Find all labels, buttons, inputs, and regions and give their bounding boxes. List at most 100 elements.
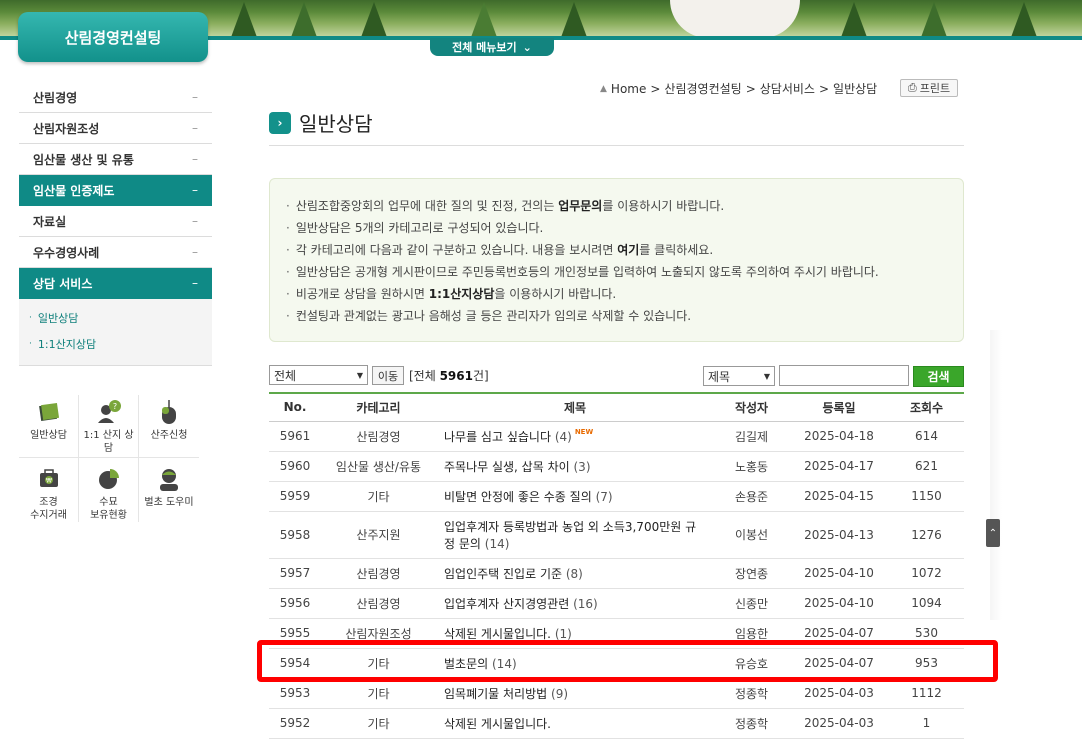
row-date: 2025-04-13 (789, 511, 889, 559)
notice-line: · 각 카테고리에 다음과 같이 구분하고 있습니다. 내용을 보시려면 여기를 … (286, 239, 947, 261)
minus-icon: – (192, 90, 198, 104)
new-badge: NEW (574, 427, 594, 436)
quick-general-consult[interactable]: 일반상담 (19, 395, 79, 457)
home-icon: ▲ (600, 83, 607, 94)
bullet-icon: · (286, 199, 290, 213)
row-no: 5960 (269, 451, 321, 482)
notice-line: · 일반상담은 5개의 카테고리로 구성되어 있습니다. (286, 217, 947, 239)
row-subject[interactable]: 입업후계자 등록방법과 농업 외 소득3,700만원 규정 문의 (14) (436, 511, 714, 559)
banner-tree (920, 2, 948, 40)
row-views: 1276 (889, 511, 964, 559)
lnb-item-consult-service[interactable]: 상담 서비스 – (19, 268, 212, 299)
lnb-item-best-cases[interactable]: 우수경영사례 – (19, 237, 212, 268)
quick-mowing-helper[interactable]: 벌초 도우미 (139, 458, 199, 522)
row-category: 기타 (321, 481, 436, 512)
chevron-down-icon: ⌄ (522, 40, 532, 54)
row-category: 산림경영 (321, 558, 436, 589)
notice-text: 일반상담은 5개의 카테고리로 구성되어 있습니다. (295, 221, 544, 235)
total-prefix: [전체 (409, 369, 440, 383)
minus-icon: – (192, 183, 198, 197)
lnb-item-forest-management[interactable]: 산림경영 – (19, 82, 212, 113)
chevron-right-icon: › (269, 112, 291, 134)
comment-count: (14) (484, 536, 510, 551)
row-no: 5953 (269, 678, 321, 709)
row-subject[interactable]: 임업인주택 진입로 기준 (8) (436, 558, 714, 589)
row-date: 2025-04-17 (789, 451, 889, 482)
breadcrumb-home[interactable]: Home (611, 82, 646, 96)
row-subject[interactable]: 주목나무 실생, 삽목 차이 (3) (436, 451, 714, 482)
row-subject[interactable]: 비탈면 안정에 좋은 수종 질의 (7) (436, 481, 714, 512)
breadcrumb-item[interactable]: 산림경영컨설팅 (664, 80, 741, 97)
search-label: 검색 (927, 370, 950, 384)
lnb-item-label: 우수경영사례 (33, 245, 100, 260)
table-row: 5952 기타 삭제된 게시물입니다. 정종학 2025-04-03 1 (269, 708, 964, 739)
lnb-sub-item-general[interactable]: · 일반상담 (19, 305, 212, 331)
here-link[interactable]: 여기 (617, 243, 639, 257)
quick-landscape-trade[interactable]: ₩ 조경 수지거래 (19, 458, 79, 522)
minus-icon: – (192, 152, 198, 166)
category-select[interactable]: 전체 ▼ (269, 365, 368, 385)
notice-text: 일반상담은 공개형 게시판이므로 주민등록번호등의 개인정보를 입력하여 노출되… (295, 265, 879, 279)
search-input[interactable] (779, 365, 909, 386)
row-category: 임산물 생산/유통 (321, 451, 436, 482)
row-subject[interactable]: 임목폐기물 처리방법 (9) (436, 678, 714, 709)
one-to-one-link[interactable]: 1:1산지상담 (429, 287, 495, 301)
breadcrumb-current: 일반상담 (833, 82, 878, 96)
lnb-item-production[interactable]: 임산물 생산 및 유통 – (19, 144, 212, 175)
subject-text: 주목나무 실생, 삽목 차이 (444, 459, 570, 474)
search-field-select[interactable]: 제목 ▼ (703, 366, 775, 386)
row-views: 614 (889, 421, 964, 452)
mouse-icon (156, 399, 182, 425)
lnb-submenu: · 일반상담 · 1:1산지상담 (19, 299, 212, 366)
row-subject[interactable]: 삭제된 게시물입니다. (436, 708, 714, 739)
row-subject[interactable]: 나무를 심고 싶습니다 (4) NEW (436, 421, 714, 452)
quick-one-to-one[interactable]: ? 1:1 산지 상담 (79, 395, 139, 457)
row-date: 2025-04-03 (789, 678, 889, 709)
search-field-value: 제목 (708, 369, 731, 384)
row-views: 1 (889, 708, 964, 739)
table-row: 5956 산림경영 입업후계자 산지경영관련 (16) 신종만 2025-04-… (269, 588, 964, 619)
lnb-item-label: 상담 서비스 (33, 276, 93, 291)
notebook-icon (36, 399, 62, 425)
row-category: 산림경영 (321, 421, 436, 452)
row-subject[interactable]: 입업후계자 산지경영관련 (16) (436, 588, 714, 619)
quick-owner-apply[interactable]: 산주신청 (139, 395, 199, 457)
row-no: 5952 (269, 708, 321, 739)
svg-text:₩: ₩ (46, 478, 52, 485)
row-no: 5957 (269, 558, 321, 589)
row-date: 2025-04-18 (789, 421, 889, 452)
bullet-icon: · (286, 309, 290, 323)
lnb-item-resource[interactable]: 산림자원조성 – (19, 113, 212, 144)
scroll-top-button[interactable]: ⌃ (986, 519, 1000, 547)
inquiry-link[interactable]: 업무문의 (558, 199, 602, 213)
banner-tree (470, 2, 498, 40)
lnb-item-archive[interactable]: 자료실 – (19, 206, 212, 237)
search-button[interactable]: 검색 (913, 366, 964, 387)
highlight-box (257, 640, 998, 682)
move-button[interactable]: 이동 (372, 366, 404, 385)
bullet-icon: · (286, 265, 290, 279)
lnb-sub-label: 일반상담 (37, 312, 79, 325)
print-button[interactable]: ⎙ 프린트 (900, 79, 958, 97)
move-label: 이동 (377, 369, 399, 383)
comment-count: (8) (565, 566, 583, 581)
lnb-sub-item-one-to-one[interactable]: · 1:1산지상담 (19, 331, 212, 357)
quick-seedling-status[interactable]: 수묘 보유현황 (79, 458, 139, 522)
bullet-icon: · (29, 313, 32, 323)
site-logo[interactable]: 산림경영컨설팅 (18, 12, 208, 62)
lnb-sub-label: 1:1산지상담 (37, 338, 97, 351)
print-label: 프린트 (919, 82, 951, 95)
breadcrumb-item[interactable]: 상담서비스 (760, 80, 815, 97)
row-no: 5961 (269, 421, 321, 452)
all-menu-button[interactable]: 전체 메뉴보기 ⌄ (430, 38, 554, 56)
svg-text:?: ? (112, 402, 116, 411)
subject-text: 삭제된 게시물입니다. (444, 626, 551, 641)
comment-count: (16) (573, 596, 598, 611)
printer-icon: ⎙ (907, 81, 917, 94)
side-shadow (990, 330, 1002, 620)
lnb-item-certification[interactable]: 임산물 인증제도 – (19, 175, 212, 206)
banner-tree (840, 2, 868, 40)
lnb-item-label: 임산물 생산 및 유통 (33, 152, 134, 167)
row-views: 1150 (889, 481, 964, 512)
lnb-item-label: 산림경영 (33, 90, 78, 105)
